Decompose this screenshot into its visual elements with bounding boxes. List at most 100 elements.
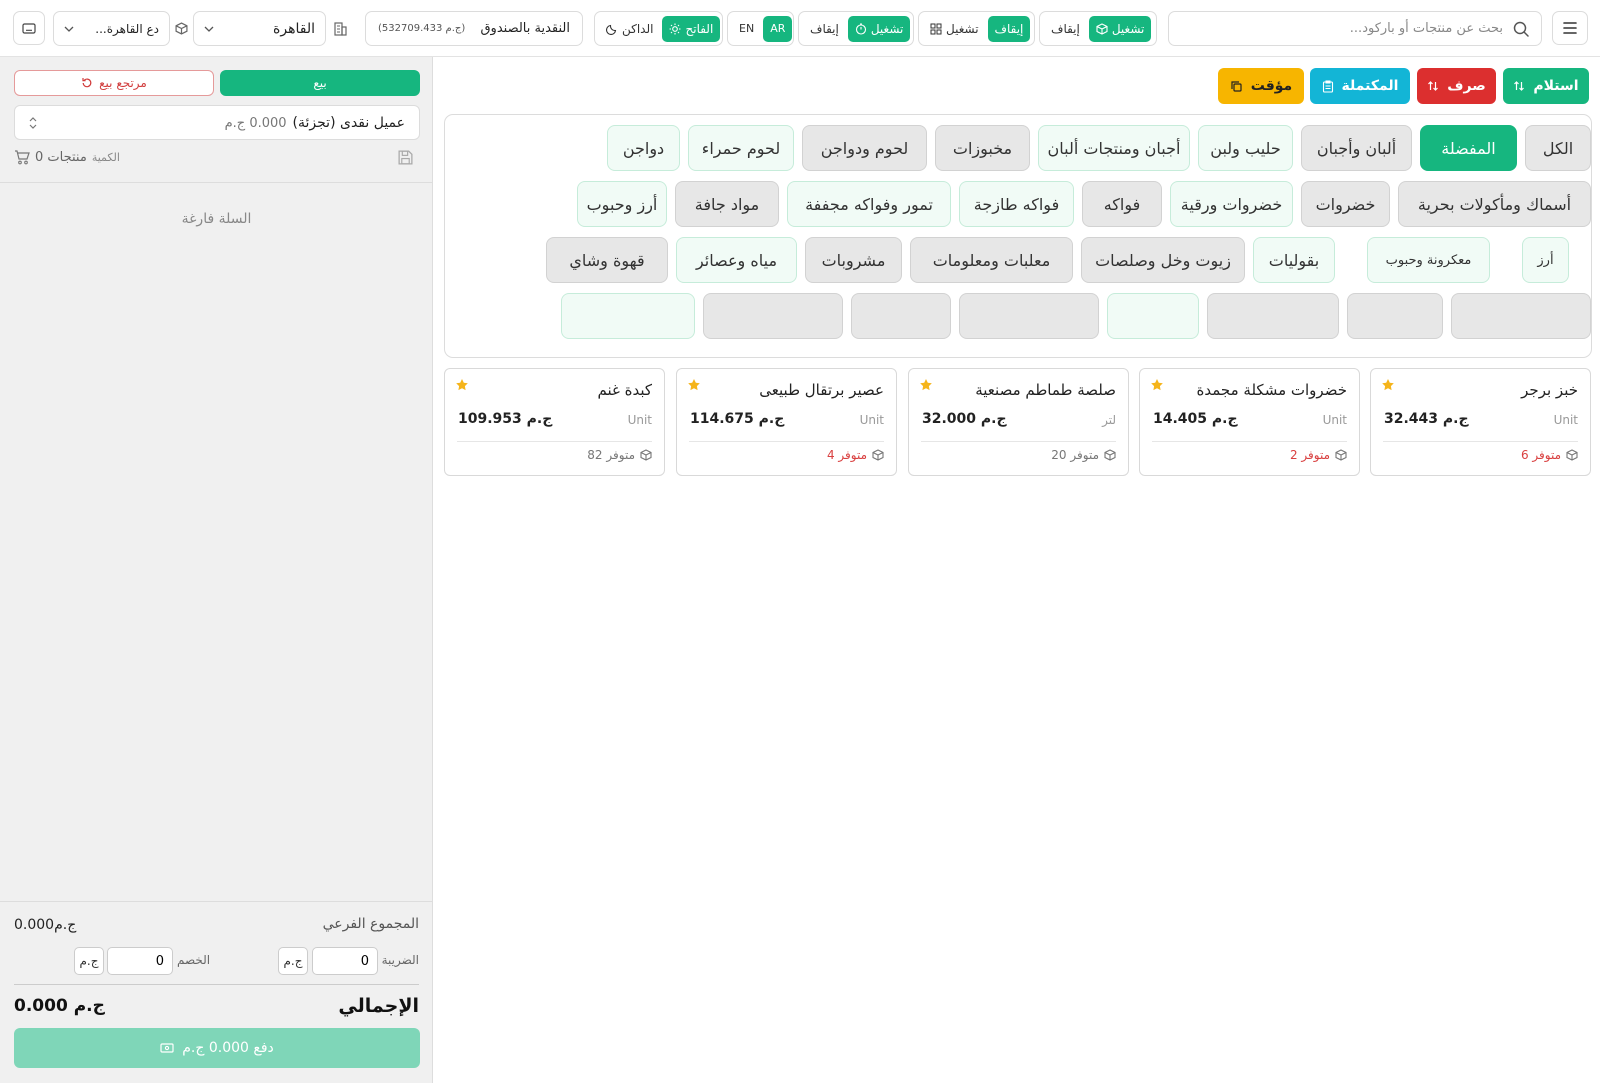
product-price: 14.405 ج.م [1153,411,1238,427]
search-icon [1513,21,1529,37]
expense-button[interactable]: صرف [1417,68,1496,104]
menu-button[interactable] [1552,11,1588,45]
total-value: 0.000 ج.م [14,996,105,1016]
product-card[interactable]: خبز برجر Unit 32.443 ج.م 6 متوفر [1370,368,1591,476]
category-row4-item[interactable] [1347,293,1443,339]
city-select[interactable]: القاهرة [193,11,326,46]
category-all[interactable]: الكل [1525,125,1591,171]
search-field[interactable]: بحث عن منتجات أو باركود... [1168,11,1542,46]
cart-count-text: 0 منتجات [35,150,87,165]
category-row4-item[interactable] [1107,293,1199,339]
save-cart-button[interactable] [397,149,415,167]
held-button[interactable]: مؤقت [1218,68,1304,104]
category-oils-sauces[interactable]: زيوت وخل وصلصات [1081,237,1245,283]
keyboard-icon [22,22,36,34]
category-dry-goods[interactable]: مواد جافة [675,181,779,227]
category-poultry[interactable]: دواجن [607,125,680,171]
completed-button[interactable]: المكتملة [1310,68,1410,104]
category-rice[interactable]: أرز [1522,237,1569,283]
favorite-star-icon[interactable] [455,378,469,392]
category-rice-grains[interactable]: أرز وحبوب [577,181,667,227]
category-legumes[interactable]: بقوليات [1253,237,1335,283]
cube-icon [173,20,189,36]
clipboard-icon [1322,80,1333,93]
category-dairy-cheese[interactable]: ألبان وأجبان [1301,125,1412,171]
subtotal-value: 0.000ج.م [14,917,77,933]
category-row4-item[interactable] [561,293,695,339]
keyboard-button[interactable] [13,11,45,45]
product-card[interactable]: صلصة طماطم مصنعية لتر 32.000 ج.م 20 متوف… [908,368,1129,476]
category-row4-item[interactable] [851,293,951,339]
lang-ar[interactable]: AR [763,15,793,42]
favorite-star-icon[interactable] [687,378,701,392]
toggle1-on[interactable]: تشغيل [1088,15,1152,42]
toggle2-on[interactable]: تشغيل [923,16,986,42]
product-stock: 82 متوفر [587,448,652,462]
category-row4-item[interactable] [1207,293,1339,339]
category-bakery[interactable]: مخبوزات [935,125,1030,171]
sun-icon [669,23,681,34]
category-milk[interactable]: حليب ولبن [1198,125,1293,171]
warehouse-value: ...دع القاهرة [95,21,159,36]
category-fruits[interactable]: فواكه [1082,181,1162,227]
empty-cart-message: السلة فارغة [181,211,252,227]
product-stock: 2 متوفر [1290,448,1347,462]
discount-currency[interactable]: ج.م [74,947,104,975]
category-seafood[interactable]: أسماك ومأكولات بحرية [1398,181,1591,227]
theme-dark[interactable]: الداكن [599,16,660,42]
category-fresh-fruits[interactable]: فواكه طازجة [959,181,1074,227]
category-vegetables[interactable]: خضروات [1301,181,1390,227]
box-icon [640,449,652,461]
chevron-down-icon [204,26,214,32]
pay-button[interactable]: دفع 0.000 ج.م [14,1028,420,1068]
product-price: 109.953 ج.م [458,411,553,427]
toggle-group-3: إيقاف تشغيل [798,11,914,46]
warehouse-select[interactable]: ...دع القاهرة [53,11,170,46]
card-divider [1152,441,1347,442]
toggle1-off[interactable]: إيقاف [1044,16,1087,42]
favorite-star-icon[interactable] [1381,378,1395,392]
toggle2-off[interactable]: إيقاف [987,15,1031,42]
product-unit: Unit [1553,413,1578,427]
receive-button[interactable]: استلام [1503,68,1589,104]
tax-currency[interactable]: ج.م [278,947,308,975]
category-row4-item[interactable] [703,293,843,339]
category-beverages[interactable]: مشروبات [805,237,902,283]
customer-name: عميل نقدى (تجزئة) [292,114,405,131]
discount-input[interactable] [107,947,173,975]
language-switch: EN AR [727,11,794,46]
category-canned[interactable]: معلبات ومعلومات [910,237,1073,283]
category-row4-item[interactable] [959,293,1099,339]
refresh-icon [82,78,92,88]
chevron-updown-icon [29,116,37,129]
category-cheese-products[interactable]: أجبان ومنتجات ألبان [1038,125,1190,171]
sale-tab[interactable]: بيع [220,70,420,96]
product-card[interactable]: كبدة غنم Unit 109.953 ج.م 82 متوفر [444,368,665,476]
grid-icon [930,23,942,34]
toggle3-off[interactable]: إيقاف [803,16,846,42]
toggle-group-1: إيقاف تشغيل [1039,11,1157,46]
product-unit: Unit [1322,413,1347,427]
category-meat-poultry[interactable]: لحوم ودواجن [802,125,927,171]
category-water-juices[interactable]: مياه وعصائر [676,237,797,283]
category-leafy-vegetables[interactable]: خضروات ورقية [1170,181,1293,227]
toggle3-on[interactable]: تشغيل [847,15,911,42]
theme-light[interactable]: الفاتح [662,15,721,42]
category-row4-item[interactable] [1451,293,1591,339]
customer-select[interactable]: عميل نقدى (تجزئة) 0.000 ج.م [14,105,420,140]
product-card[interactable]: خضروات مشكلة مجمدة Unit 14.405 ج.م 2 متو… [1139,368,1360,476]
category-favorites[interactable]: المفضلة [1420,125,1517,171]
category-dried-fruits[interactable]: تمور وفواكه مجففة [787,181,951,227]
box-icon [1104,449,1116,461]
cash-icon [160,1043,174,1053]
product-card[interactable]: عصير برتقال طبيعى Unit 114.675 ج.م 4 متو… [676,368,897,476]
lang-en[interactable]: EN [732,16,761,42]
category-red-meat[interactable]: لحوم حمراء [688,125,794,171]
favorite-star-icon[interactable] [919,378,933,392]
return-tab[interactable]: مرتجع بيع [14,70,214,96]
cash-drawer[interactable]: (532709.433 ج.م) النقدية بالصندوق [365,11,583,46]
category-coffee-tea[interactable]: قهوة وشاي [546,237,668,283]
category-pasta[interactable]: معكرونة وحبوب [1367,237,1490,283]
favorite-star-icon[interactable] [1150,378,1164,392]
tax-input[interactable] [312,947,378,975]
